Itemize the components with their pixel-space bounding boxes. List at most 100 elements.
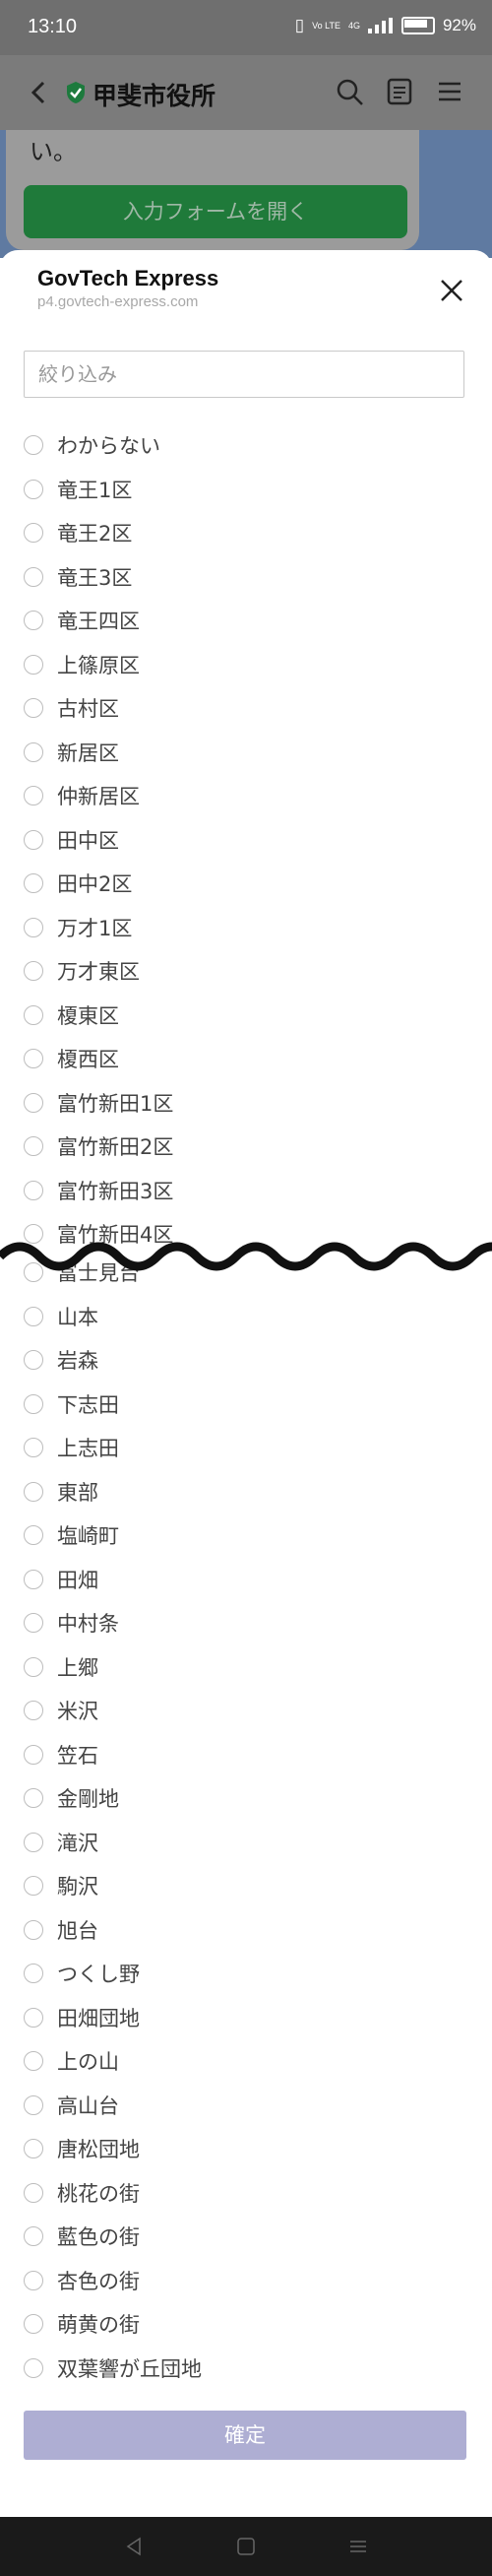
radio-option[interactable]: 富竹新田2区 — [24, 1128, 173, 1164]
radio-option[interactable]: 山本 — [24, 1299, 98, 1334]
radio-button-icon[interactable] — [24, 2094, 43, 2115]
search-icon[interactable] — [333, 75, 366, 108]
radio-button-icon[interactable] — [24, 1092, 43, 1113]
radio-option[interactable]: つくし野 — [24, 1956, 140, 1991]
radio-option[interactable]: 萌黄の街 — [24, 2306, 140, 2342]
radio-option[interactable]: 富竹新田1区 — [24, 1085, 173, 1121]
radio-button-icon[interactable] — [24, 741, 43, 762]
notes-icon[interactable] — [383, 75, 416, 108]
menu-icon[interactable] — [433, 75, 466, 108]
radio-button-icon[interactable] — [24, 1438, 43, 1457]
confirm-button[interactable]: 確定 — [24, 2411, 466, 2460]
radio-button-icon[interactable] — [24, 1180, 43, 1200]
radio-option[interactable]: 塩崎町 — [24, 1517, 119, 1553]
radio-button-icon[interactable] — [24, 1136, 43, 1156]
status-time: 13:10 — [28, 16, 78, 37]
radio-option[interactable]: 藍色の街 — [24, 2219, 140, 2254]
radio-button-icon[interactable] — [24, 1788, 43, 1808]
radio-button-icon[interactable] — [24, 2357, 43, 2378]
radio-option[interactable]: 岩森 — [24, 1342, 98, 1378]
radio-option[interactable]: 旭台 — [24, 1912, 98, 1948]
radio-button-icon[interactable] — [24, 479, 43, 499]
radio-button-icon[interactable] — [24, 1049, 43, 1068]
radio-option[interactable]: 田畑 — [24, 1562, 98, 1597]
radio-option[interactable]: 万才東区 — [24, 953, 140, 989]
radio-option[interactable]: わからない — [24, 427, 160, 463]
radio-option[interactable]: 駒沢 — [24, 1868, 98, 1903]
radio-option[interactable]: 下志田 — [24, 1386, 119, 1422]
close-icon[interactable] — [437, 276, 466, 305]
radio-option[interactable]: 上郷 — [24, 1649, 98, 1685]
radio-option[interactable]: 田中区 — [24, 822, 119, 858]
radio-option[interactable]: 榎西区 — [24, 1041, 119, 1076]
radio-button-icon[interactable] — [24, 1656, 43, 1677]
radio-button-icon[interactable] — [24, 1701, 43, 1720]
radio-option[interactable]: 双葉響が丘団地 — [24, 2351, 202, 2386]
radio-button-icon[interactable] — [24, 1613, 43, 1633]
radio-option[interactable]: 上の山 — [24, 2043, 119, 2079]
nav-back-icon[interactable] — [120, 2533, 148, 2560]
radio-option[interactable]: 唐松団地 — [24, 2131, 140, 2166]
radio-option[interactable]: 上篠原区 — [24, 647, 140, 682]
radio-option[interactable]: 田中2区 — [24, 866, 132, 901]
nav-home-icon[interactable] — [232, 2533, 260, 2560]
radio-option[interactable]: 高山台 — [24, 2088, 119, 2123]
radio-option[interactable]: 桃花の街 — [24, 2175, 140, 2211]
radio-button-icon[interactable] — [24, 786, 43, 805]
background-message-card: い。 入力フォームを開く — [6, 130, 419, 250]
radio-button-icon[interactable] — [24, 1919, 43, 1940]
radio-option-label: 東部 — [57, 1480, 98, 1505]
radio-button-icon[interactable] — [24, 2270, 43, 2290]
radio-option[interactable]: 滝沢 — [24, 1825, 98, 1860]
radio-option[interactable]: 万才1区 — [24, 910, 132, 945]
radio-button-icon[interactable] — [24, 1525, 43, 1545]
radio-option[interactable]: 東部 — [24, 1474, 98, 1510]
radio-button-icon[interactable] — [24, 917, 43, 937]
radio-button-icon[interactable] — [24, 2226, 43, 2246]
radio-option[interactable]: 米沢 — [24, 1693, 98, 1728]
radio-button-icon[interactable] — [24, 1004, 43, 1025]
back-arrow-icon[interactable] — [22, 75, 57, 110]
radio-button-icon[interactable] — [24, 1832, 43, 1852]
radio-button-icon[interactable] — [24, 654, 43, 675]
radio-button-icon[interactable] — [24, 435, 43, 455]
radio-button-icon[interactable] — [24, 698, 43, 718]
radio-button-icon[interactable] — [24, 1876, 43, 1896]
radio-button-icon[interactable] — [24, 611, 43, 630]
radio-button-icon[interactable] — [24, 1569, 43, 1589]
battery-icon — [400, 17, 435, 34]
radio-button-icon[interactable] — [24, 1306, 43, 1326]
nav-recents-icon[interactable] — [344, 2533, 372, 2560]
radio-button-icon[interactable] — [24, 2314, 43, 2334]
radio-button-icon[interactable] — [24, 2182, 43, 2203]
radio-option[interactable]: 竜王1区 — [24, 472, 132, 507]
radio-option[interactable]: 金剛地 — [24, 1780, 119, 1816]
radio-option[interactable]: 杏色の街 — [24, 2263, 140, 2298]
radio-button-icon[interactable] — [24, 1481, 43, 1502]
radio-button-icon[interactable] — [24, 2139, 43, 2158]
radio-option[interactable]: 榎東区 — [24, 998, 119, 1033]
radio-option[interactable]: 古村区 — [24, 690, 119, 726]
radio-button-icon[interactable] — [24, 829, 43, 850]
radio-option[interactable]: 中村条 — [24, 1605, 119, 1641]
radio-option[interactable]: 田畑団地 — [24, 2000, 140, 2035]
radio-button-icon[interactable] — [24, 1964, 43, 1983]
radio-button-icon[interactable] — [24, 2051, 43, 2071]
radio-button-icon[interactable] — [24, 1350, 43, 1370]
radio-button-icon[interactable] — [24, 566, 43, 587]
filter-input[interactable]: 絞り込み — [24, 351, 464, 398]
radio-button-icon[interactable] — [24, 873, 43, 893]
radio-button-icon[interactable] — [24, 2007, 43, 2028]
radio-button-icon[interactable] — [24, 1393, 43, 1414]
radio-option[interactable]: 新居区 — [24, 735, 119, 770]
radio-option[interactable]: 仲新居区 — [24, 778, 140, 813]
radio-option[interactable]: 竜王3区 — [24, 559, 132, 595]
radio-option[interactable]: 竜王四区 — [24, 603, 140, 638]
radio-option[interactable]: 上志田 — [24, 1430, 119, 1465]
radio-button-icon[interactable] — [24, 961, 43, 981]
radio-option[interactable]: 富竹新田3区 — [24, 1173, 173, 1208]
radio-button-icon[interactable] — [24, 523, 43, 543]
radio-button-icon[interactable] — [24, 1744, 43, 1765]
radio-option[interactable]: 笠石 — [24, 1737, 98, 1772]
radio-option[interactable]: 竜王2区 — [24, 515, 132, 550]
